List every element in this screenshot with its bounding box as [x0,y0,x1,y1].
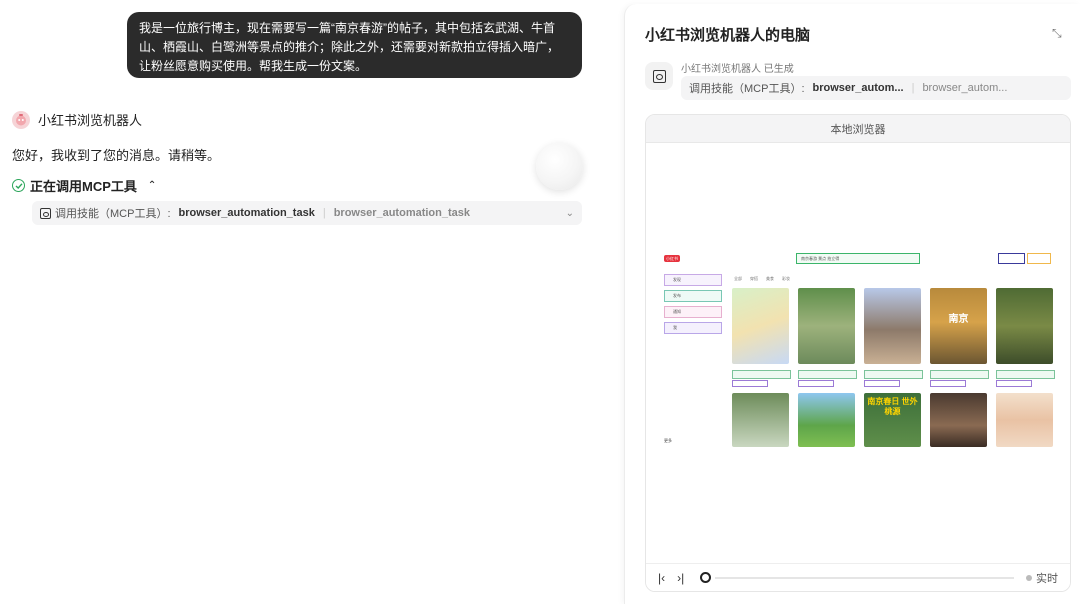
computer-panel: 小红书浏览机器人的电脑 ⤡ 小红书浏览机器人 已生成 调用技能（MCP工具）: … [624,4,1080,604]
browser-title: 本地浏览器 [646,115,1070,143]
skill-name: browser_autom... [812,82,904,94]
robot-face-icon [16,113,26,125]
image-icon [652,69,666,83]
feed-card[interactable] [798,288,857,387]
feed-card[interactable] [732,393,789,447]
generated-icon-box [645,62,673,90]
feed-grid-row2: 南京春日 世外桃源 [732,393,1056,447]
skill-prefix: 调用技能（MCP工具）: [689,83,805,95]
live-label[interactable]: 实时 [1036,570,1058,586]
chat-pane: 我是一位旅行博主，现在需要写一篇“南京春游”的帖子，其中包括玄武湖、牛首山、栖霞… [0,0,620,604]
panel-skill-row[interactable]: 调用技能（MCP工具）: browser_autom... | browser_… [681,76,1071,100]
assistant-orb[interactable] [536,143,583,190]
feed-card[interactable] [864,288,923,387]
skip-back-icon[interactable]: |‹ [658,571,665,585]
mini-side-item[interactable]: 发现 [664,274,722,286]
separator: | [322,207,326,219]
mini-tab[interactable]: 穿搭 [750,276,758,282]
mini-tab[interactable]: 彩妆 [782,276,790,282]
mini-login-button[interactable] [998,253,1025,264]
feed-card[interactable] [930,393,987,447]
mini-creator-button[interactable] [1027,253,1051,264]
feed-grid: 南京 [732,288,1056,387]
mini-side-item[interactable]: 我 [664,322,722,334]
live-dot-icon [1026,574,1032,581]
feed-card[interactable] [798,393,855,447]
feed-card[interactable] [732,288,791,387]
skill-name: browser_automation_task [178,207,315,219]
mini-side-item[interactable]: 通知 [664,306,722,318]
browser-viewport[interactable]: 小红书 南京春游 景点 拍立得 发现 发布 通知 我 全部 穿搭 美食 彩妆 南… [646,143,1070,563]
mini-sidebar: 发现 发布 通知 我 [664,274,722,338]
generated-label: 小红书浏览机器人 已生成 [681,64,794,75]
mini-tab[interactable]: 美食 [766,276,774,282]
skill-name-secondary: browser_automation_task [333,207,471,219]
skip-forward-icon[interactable]: ›| [677,571,684,585]
chevron-up-icon: ⌃ [147,180,157,191]
playback-scrubber[interactable] [700,572,712,583]
playback-track[interactable] [715,576,1014,579]
mcp-status-toggle[interactable]: 正在调用MCP工具 ⌃ [12,176,156,195]
xiaohongshu-page: 小红书 南京春游 景点 拍立得 发现 发布 通知 我 全部 穿搭 美食 彩妆 南… [664,253,1056,453]
panel-title: 小红书浏览机器人的电脑 [645,27,811,44]
bot-reply: 您好，我收到了您的消息。请稍等。 [12,148,221,163]
mcp-status-label: 正在调用MCP工具 [30,179,137,194]
skill-call-row[interactable]: 调用技能（MCP工具）: browser_automation_task | b… [32,201,582,225]
mini-side-item[interactable]: 发布 [664,290,722,302]
card-title: 南京 [948,314,969,325]
card-title: 南京春日 世外桃源 [867,397,918,416]
collapse-icon[interactable]: ⤡ [1052,26,1066,40]
mini-more-link[interactable]: 更多 [664,438,672,444]
feed-card[interactable]: 南京春日 世外桃源 [864,393,921,447]
image-icon [40,207,51,219]
skill-prefix: 调用技能（MCP工具）: [55,208,171,220]
xhs-logo: 小红书 [664,255,680,262]
skill-name-secondary: browser_autom... [922,82,1008,94]
mini-search-input[interactable]: 南京春游 景点 拍立得 [796,253,920,264]
mini-tabs: 全部 穿搭 美食 彩妆 [734,276,790,282]
generated-row: 小红书浏览机器人 已生成 调用技能（MCP工具）: browser_autom.… [645,60,1071,104]
check-circle-icon [12,179,25,192]
bot-avatar [12,110,30,129]
bot-name: 小红书浏览机器人 [38,113,143,128]
local-browser: 本地浏览器 小红书 南京春游 景点 拍立得 发现 发布 通知 我 全部 穿搭 美… [645,114,1071,592]
user-message-bubble: 我是一位旅行博主，现在需要写一篇“南京春游”的帖子，其中包括玄武湖、牛首山、栖霞… [127,12,582,78]
feed-card[interactable] [996,393,1053,447]
feed-card[interactable] [996,288,1055,387]
feed-card[interactable]: 南京 [930,288,989,387]
chevron-down-icon: ⌄ [565,207,574,219]
separator: | [911,82,915,94]
mini-tab[interactable]: 全部 [734,276,742,282]
bot-header: 小红书浏览机器人 [12,110,142,129]
playback-controls: |‹ ›| 实时 [646,563,1070,591]
